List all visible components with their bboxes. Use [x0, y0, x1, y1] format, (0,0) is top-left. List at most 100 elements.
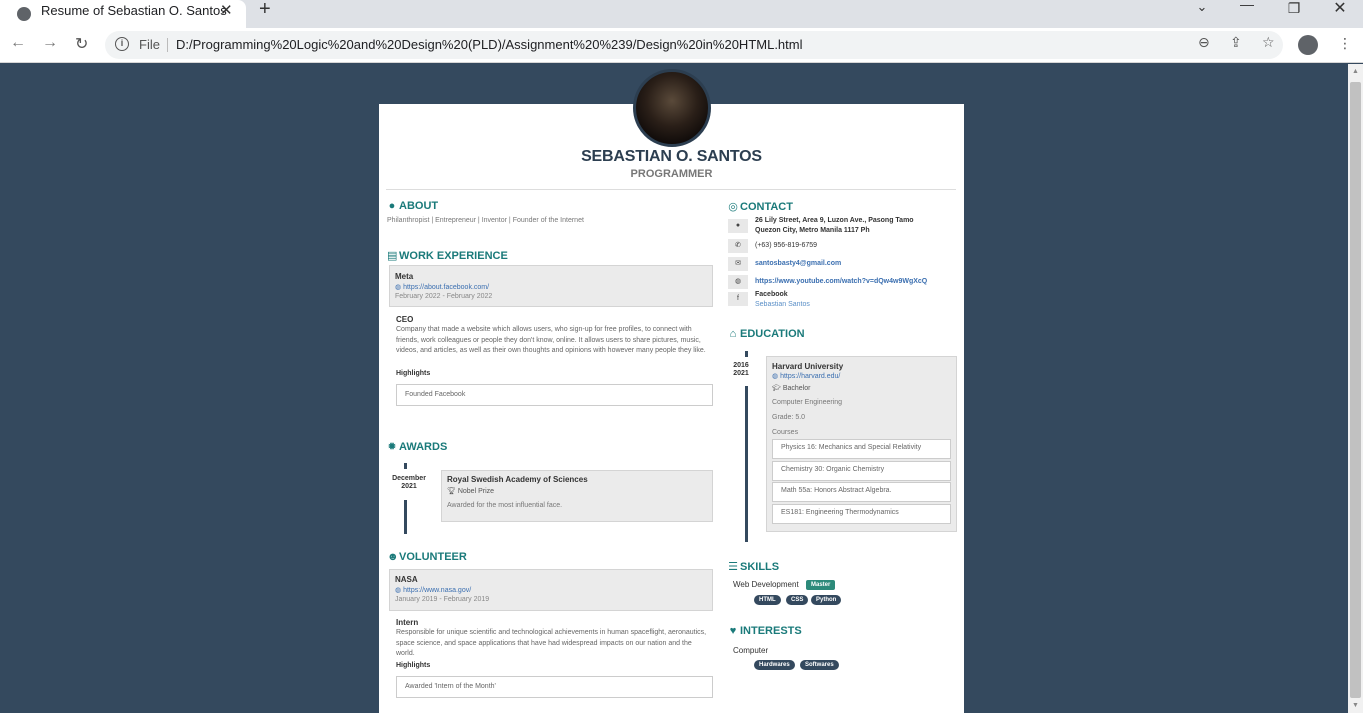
user-icon: ●: [388, 200, 396, 212]
interest-keyword-badge: Softwares: [800, 660, 839, 670]
interests-heading-label: INTERESTS: [740, 625, 802, 637]
contact-email[interactable]: santosbasty4@gmail.com: [755, 260, 841, 267]
skills-heading: ☰ SKILLS: [728, 560, 779, 573]
volunteer-heading: ☻VOLUNTEER: [387, 551, 467, 563]
education-dates: 2016 2021: [730, 362, 752, 377]
globe-icon: ◍: [728, 275, 748, 289]
info-icon[interactable]: i: [115, 37, 129, 51]
work-position: CEO: [396, 315, 414, 324]
work-heading-label: WORK EXPERIENCE: [399, 250, 508, 262]
contact-social-network: Facebook: [755, 291, 788, 298]
education-degree-label: Bachelor: [782, 385, 811, 392]
volunteer-summary: Responsible for unique scientific and te…: [396, 629, 707, 657]
award-timeline-top: [404, 463, 407, 469]
award-timeline-bottom: [404, 500, 407, 534]
tab-search-icon[interactable]: ⌄: [1187, 0, 1217, 15]
volunteer-org: NASA: [395, 575, 418, 584]
restore-icon[interactable]: ❐: [1279, 0, 1309, 17]
browser-toolbar: ← → ↻ i File D:/Programming%20Logic%20an…: [0, 28, 1363, 63]
volunteer-highlight: Awarded 'Intern of the Month': [396, 676, 713, 698]
awards-heading-label: AWARDS: [399, 441, 448, 453]
volunteer-highlights-label: Highlights: [396, 662, 431, 669]
share-icon[interactable]: ⇪: [1230, 34, 1242, 51]
course-item: ES181: Engineering Thermodynamics: [772, 504, 951, 524]
skill-keyword-badge: Python: [811, 595, 842, 605]
award-awarder: Royal Swedish Academy of Sciences: [447, 475, 588, 484]
skill-name: Web Development: [733, 580, 799, 589]
work-company: Meta: [395, 272, 414, 281]
forward-icon[interactable]: →: [42, 34, 58, 52]
envelope-icon: ✉: [728, 257, 748, 271]
profile-photo: [633, 69, 711, 147]
award-date-year: 2021: [401, 483, 417, 490]
close-tab-icon[interactable]: ✕: [220, 1, 233, 19]
person-name: SEBASTIAN O. SANTOS: [581, 148, 762, 165]
education-degree: 🎓︎ Bachelor: [772, 384, 810, 392]
work-heading: ▤ WORK EXPERIENCE: [387, 249, 508, 262]
minimize-icon[interactable]: —: [1232, 0, 1262, 12]
back-icon[interactable]: ←: [10, 34, 26, 52]
address-url[interactable]: D:/Programming%20Logic%20and%20Design%20…: [176, 37, 803, 52]
interest-keyword-badge: Hardwares: [754, 660, 795, 670]
contact-address-line2: Quezon City, Metro Manila 1117 Ph: [755, 227, 870, 234]
about-heading-label: ABOUT: [399, 200, 439, 212]
tab-title: Resume of Sebastian O. Santos: [41, 3, 227, 18]
skill-keyword-badge: HTML: [754, 595, 781, 605]
award-summary: Awarded for the most influential face.: [447, 502, 563, 509]
volunteer-position: Intern: [396, 618, 419, 627]
browser-tab[interactable]: Resume of Sebastian O. Santos ✕: [0, 0, 246, 28]
education-start: 2016: [733, 362, 749, 369]
award-title: 🏆︎ Nobel Prize: [447, 487, 494, 495]
volunteer-url[interactable]: ◍ https://www.nasa.gov/: [395, 586, 471, 594]
header-divider: [386, 189, 956, 190]
award-date: December 2021: [388, 475, 430, 490]
about-text: Philanthropist | Entrepreneur | Inventor…: [387, 217, 584, 224]
scroll-down-icon[interactable]: ▼: [1352, 702, 1359, 709]
contact-website[interactable]: https://www.youtube.com/watch?v=dQw4w9Wg…: [755, 278, 927, 285]
address-scheme: File: [139, 37, 160, 52]
briefcase-icon: ▤: [387, 250, 398, 262]
work-highlights-label: Highlights: [396, 370, 431, 377]
contact-heading: ◎ CONTACT: [728, 200, 793, 213]
university-icon: ⌂: [729, 328, 737, 340]
globe-icon: ◍: [395, 284, 404, 291]
browser-tab-strip: Resume of Sebastian O. Santos ✕ + ⌄ — ❐ …: [0, 0, 1363, 28]
education-timeline-bottom: [745, 386, 748, 542]
globe-icon: [17, 7, 31, 21]
education-area: Computer Engineering: [772, 399, 843, 406]
education-end: 2021: [733, 370, 749, 377]
work-url-label: https://about.facebook.com/: [403, 284, 490, 291]
skills-heading-label: SKILLS: [740, 561, 780, 573]
scroll-up-icon[interactable]: ▲: [1352, 68, 1359, 75]
close-window-icon[interactable]: ✕: [1325, 0, 1355, 18]
globe-icon: ◍: [395, 587, 404, 594]
location-pin-icon: ●: [728, 219, 748, 233]
work-highlight: Founded Facebook: [396, 384, 713, 406]
award-date-month: December: [392, 475, 426, 482]
scroll-thumb[interactable]: [1350, 82, 1361, 698]
bookmark-star-icon[interactable]: ☆: [1262, 34, 1275, 51]
volunteer-heading-label: VOLUNTEER: [399, 551, 467, 563]
address-bar[interactable]: i File D:/Programming%20Logic%20and%20De…: [105, 31, 1283, 59]
education-courses-label: Courses: [772, 429, 799, 436]
page-scrollbar[interactable]: ▲ ▼: [1348, 64, 1363, 713]
address-divider: [167, 38, 168, 52]
education-heading-label: EDUCATION: [740, 328, 805, 340]
kebab-menu-icon[interactable]: ⋮: [1338, 35, 1352, 52]
graduation-cap-icon: 🎓︎: [772, 385, 783, 392]
zoom-icon[interactable]: ⊖: [1198, 34, 1210, 51]
course-item: Chemistry 30: Organic Chemistry: [772, 461, 951, 481]
users-icon: ☻: [387, 551, 399, 563]
about-heading: ● ABOUT: [387, 200, 438, 212]
work-url[interactable]: ◍ https://about.facebook.com/: [395, 283, 489, 291]
volunteer-url-label: https://www.nasa.gov/: [403, 587, 472, 594]
education-url[interactable]: ◍ https://harvard.edu/: [772, 372, 840, 380]
phone-icon: ✆: [728, 239, 748, 253]
contact-social-user[interactable]: Sebastian Santos: [755, 301, 810, 308]
list-icon: ☰: [728, 561, 738, 573]
profile-avatar-icon[interactable]: [1298, 35, 1318, 55]
reload-icon[interactable]: ↻: [75, 34, 88, 54]
awards-heading: ✹ AWARDS: [387, 440, 447, 453]
new-tab-icon[interactable]: +: [259, 0, 271, 21]
heart-icon: ♥: [729, 625, 737, 637]
